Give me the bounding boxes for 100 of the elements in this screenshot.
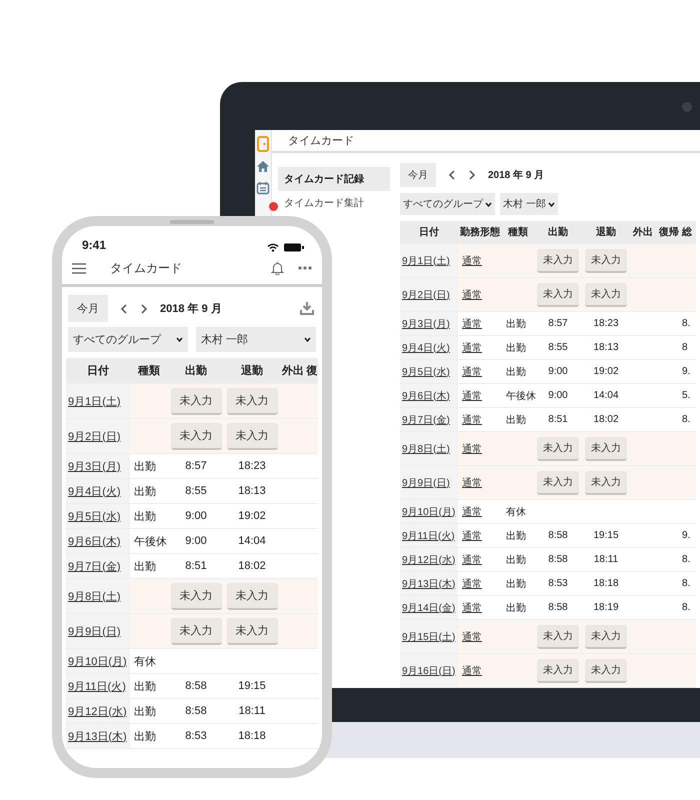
chevron-down-icon — [304, 337, 311, 342]
chevron-down-icon — [176, 337, 183, 342]
work-pattern-link[interactable]: 通常 — [462, 444, 482, 454]
clock-in-time: 8:55 — [185, 485, 207, 497]
column-header: 総 — [682, 226, 693, 239]
type-text: 出勤 — [506, 318, 526, 330]
column-header: 復 — [306, 364, 318, 378]
type-text: 出勤 — [134, 486, 156, 498]
column-header: 退勤 — [240, 364, 264, 378]
clock-out-time: 18:13 — [238, 485, 266, 497]
person-select[interactable]: 木村 一郎 — [196, 327, 316, 352]
clock-out-time: 18:13 — [593, 342, 619, 353]
sidebar-item[interactable]: タイムカード集計 — [278, 191, 390, 215]
next-icon[interactable] — [140, 304, 148, 314]
clock-in-button[interactable]: 未入力 — [537, 248, 579, 272]
clock-in-time: 8:58 — [548, 530, 568, 541]
clock-out-time: 14:04 — [593, 390, 619, 401]
type-text: 出勤 — [134, 706, 156, 718]
type-text: 出勤 — [506, 342, 526, 354]
work-pattern-link[interactable]: 通常 — [462, 290, 482, 300]
clock-out-button[interactable]: 未入力 — [585, 436, 627, 460]
work-pattern-link[interactable]: 通常 — [462, 390, 482, 402]
type-text: 出勤 — [506, 530, 526, 542]
clock-out-time: 19:15 — [238, 680, 266, 692]
clock-out-button[interactable]: 未入力 — [585, 282, 627, 306]
work-pattern-link[interactable]: 通常 — [462, 554, 482, 566]
clock-out-time: 18:18 — [238, 730, 266, 742]
calendar-icon[interactable] — [256, 181, 270, 195]
clock-out-time: 18:02 — [238, 560, 266, 572]
work-pattern-link[interactable]: 通常 — [462, 342, 482, 354]
clock-in-button[interactable]: 未入力 — [170, 618, 222, 644]
period-label: 2018 年 9 月 — [488, 168, 544, 182]
clock-in-button[interactable]: 未入力 — [537, 658, 579, 682]
work-pattern-link[interactable]: 通常 — [462, 530, 482, 542]
type-text: 出勤 — [506, 578, 526, 590]
clock-in-time: 8:58 — [185, 680, 207, 692]
clock-in-button[interactable]: 未入力 — [170, 388, 222, 414]
work-pattern-link[interactable]: 通常 — [462, 578, 482, 590]
clock-in-time: 9:00 — [185, 510, 207, 522]
clock-out-button[interactable]: 未入力 — [585, 248, 627, 272]
work-pattern-link[interactable]: 通常 — [462, 318, 482, 330]
clock-in-time: 9:00 — [548, 390, 568, 401]
clock-in-button[interactable]: 未入力 — [170, 422, 222, 450]
work-pattern-link[interactable]: 通常 — [462, 478, 482, 488]
previous-icon[interactable] — [448, 170, 456, 180]
group-select[interactable]: すべてのグループ — [400, 193, 495, 215]
download-icon[interactable] — [300, 302, 314, 315]
clock-out-button[interactable]: 未入力 — [226, 388, 278, 414]
work-pattern-link[interactable]: 通常 — [462, 602, 482, 614]
total-text: 8. — [682, 318, 690, 329]
previous-icon[interactable] — [120, 304, 128, 314]
total-text: 8. — [682, 414, 690, 425]
type-text: 出勤 — [134, 460, 156, 472]
page-title: タイムカード — [288, 134, 354, 148]
type-text: 出勤 — [134, 730, 156, 742]
clock-out-time: 18:11 — [594, 554, 618, 565]
column-header: 日付 — [418, 226, 440, 239]
clock-in-time: 8:53 — [548, 578, 568, 589]
group-select[interactable]: すべてのグループ — [68, 327, 188, 352]
work-pattern-link[interactable]: 通常 — [462, 506, 482, 518]
next-icon[interactable] — [468, 170, 476, 180]
clock-out-button[interactable]: 未入力 — [226, 618, 278, 644]
column-header: 出勤 — [547, 226, 569, 239]
this-month-button[interactable]: 今月 — [68, 295, 108, 322]
person-select[interactable]: 木村 一郎 — [500, 193, 558, 215]
clock-in-time: 8:58 — [185, 705, 207, 717]
sidebar-item[interactable]: タイムカード記録 — [278, 167, 390, 191]
column-header: 日付 — [86, 364, 110, 378]
clock-out-button[interactable]: 未入力 — [585, 658, 627, 682]
total-text: 8. — [682, 554, 690, 565]
type-text: 出勤 — [506, 414, 526, 426]
clock-out-button[interactable]: 未入力 — [226, 422, 278, 450]
clock-in-button[interactable]: 未入力 — [537, 436, 579, 460]
clock-out-button[interactable]: 未入力 — [585, 624, 627, 648]
this-month-button[interactable]: 今月 — [400, 163, 436, 187]
clock-in-button[interactable]: 未入力 — [537, 282, 579, 306]
work-pattern-link[interactable]: 通常 — [462, 366, 482, 378]
clock-out-time: 19:02 — [593, 366, 619, 377]
bell-icon[interactable] — [271, 261, 284, 275]
door-icon — [256, 136, 270, 152]
camera-icon — [682, 102, 692, 112]
total-text: 5. — [682, 390, 690, 401]
work-pattern-link[interactable]: 通常 — [462, 256, 482, 266]
home-icon[interactable] — [256, 160, 270, 173]
menu-icon[interactable] — [72, 262, 86, 274]
clock-in-button[interactable]: 未入力 — [537, 470, 579, 494]
work-pattern-link[interactable]: 通常 — [462, 632, 482, 642]
chevron-down-icon — [485, 202, 492, 206]
type-text: 出勤 — [506, 602, 526, 614]
clock-in-button[interactable]: 未入力 — [170, 582, 222, 610]
more-icon[interactable] — [298, 266, 312, 270]
period-label: 2018 年 9 月 — [160, 302, 222, 316]
clock-in-button[interactable]: 未入力 — [537, 624, 579, 648]
work-pattern-link[interactable]: 通常 — [462, 414, 482, 426]
total-text: 9. — [682, 366, 690, 377]
clock-out-button[interactable]: 未入力 — [585, 470, 627, 494]
work-pattern-link[interactable]: 通常 — [462, 666, 482, 676]
clock-out-button[interactable]: 未入力 — [226, 582, 278, 610]
wifi-icon — [267, 243, 279, 252]
type-text: 出勤 — [506, 554, 526, 566]
